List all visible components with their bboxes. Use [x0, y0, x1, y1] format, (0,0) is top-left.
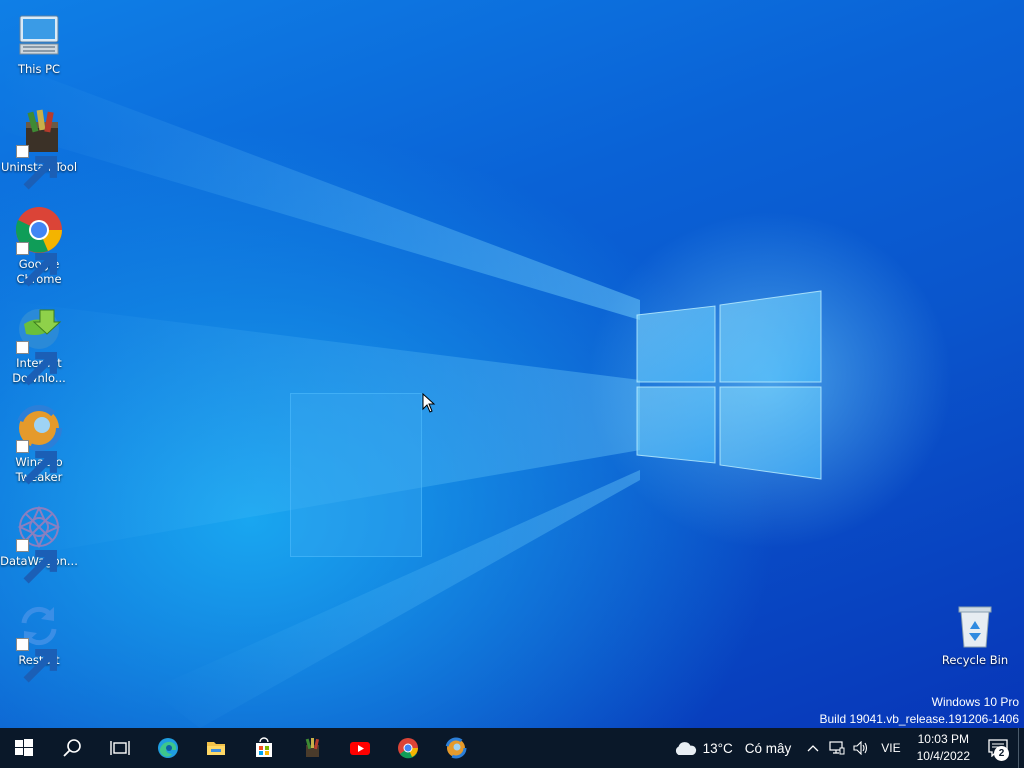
search-icon [63, 739, 81, 757]
search-button[interactable] [48, 728, 96, 768]
start-button[interactable] [0, 728, 48, 768]
show-desktop-button[interactable] [1018, 728, 1024, 768]
microsoft-store-icon [256, 737, 272, 757]
recycle-bin-icon [950, 601, 1000, 651]
weather-description: Có mây [744, 740, 792, 756]
clock-time: 10:03 PM [917, 732, 969, 746]
computer-icon [14, 10, 64, 60]
input-language-button[interactable]: VIE [873, 741, 908, 755]
windows-watermark: Windows 10 Pro Build 19041.vb_release.19… [820, 694, 1020, 728]
taskbar-winaero-tweaker[interactable] [432, 728, 480, 768]
show-hidden-icons-button[interactable] [801, 728, 825, 768]
desktop-icon-google-chrome[interactable]: Google Chrome [0, 205, 78, 287]
task-view-button[interactable] [96, 728, 144, 768]
internet-download-manager-icon [14, 304, 64, 386]
uninstall-tool-icon [305, 738, 319, 757]
chrome-icon [14, 205, 64, 287]
shortcut-arrow-icon [16, 341, 58, 386]
desktop-icon-internet-download-manager[interactable]: Internet Downlo... [0, 304, 78, 386]
youtube-icon [350, 742, 370, 755]
shortcut-arrow-icon [16, 440, 58, 485]
volume-button[interactable] [849, 728, 873, 768]
windows-logo-wallpaper [636, 290, 822, 480]
chevron-up-icon [807, 745, 819, 752]
wallpaper-light-beams [0, 60, 640, 728]
desktop[interactable]: This PC Uninstall Tool Google Chrome Int… [0, 0, 1024, 728]
clock-date: 10/4/2022 [916, 749, 970, 763]
selection-rectangle [290, 393, 422, 557]
start-icon [15, 739, 33, 756]
file-explorer-icon [207, 742, 225, 755]
mouse-cursor-icon [422, 393, 436, 413]
shortcut-arrow-icon [16, 539, 58, 584]
winaero-tweaker-icon [445, 737, 467, 759]
network-button[interactable] [825, 728, 849, 768]
desktop-icon-winaero-tweaker[interactable]: Winaero Tweaker [0, 403, 78, 485]
restart-icon [14, 601, 64, 683]
action-center-button[interactable]: 2 [978, 728, 1018, 768]
uninstall-tool-icon [14, 108, 64, 190]
shortcut-arrow-icon [16, 638, 58, 683]
network-icon [829, 741, 845, 755]
desktop-icon-datawagon[interactable]: DataWagon... [0, 502, 78, 584]
taskbar: 13°C Có mây VIE 10:03 PM 10/4/2022 2 [0, 728, 1024, 768]
weather-widget[interactable]: 13°C Có mây [663, 740, 802, 757]
desktop-icon-recycle-bin[interactable]: Recycle Bin [936, 601, 1014, 668]
taskbar-uninstall-tool[interactable] [288, 728, 336, 768]
datawagon-icon [14, 502, 64, 584]
shortcut-arrow-icon [16, 242, 58, 287]
speaker-icon [853, 741, 868, 755]
desktop-icon-this-pc[interactable]: This PC [0, 10, 78, 77]
weather-temperature: 13°C [702, 740, 733, 756]
taskbar-chrome[interactable] [384, 728, 432, 768]
cloud-icon [675, 741, 696, 755]
taskbar-file-explorer[interactable] [192, 728, 240, 768]
taskbar-youtube[interactable] [336, 728, 384, 768]
chrome-icon [398, 738, 418, 759]
taskbar-edge[interactable] [144, 728, 192, 768]
watermark-build: Build 19041.vb_release.191206-1406 [819, 712, 1020, 726]
clock[interactable]: 10:03 PM 10/4/2022 [909, 731, 978, 765]
winaero-tweaker-icon [14, 403, 64, 485]
notification-count-badge: 2 [994, 746, 1009, 761]
edge-icon [158, 738, 178, 758]
watermark-edition: Windows 10 Pro [931, 695, 1019, 709]
task-view-icon [110, 741, 130, 755]
desktop-icon-label: This PC [17, 62, 61, 76]
system-tray: 13°C Có mây VIE 10:03 PM 10/4/2022 2 [663, 728, 1024, 768]
desktop-icon-label: Recycle Bin [941, 653, 1009, 667]
desktop-icon-uninstall-tool[interactable]: Uninstall Tool [0, 108, 78, 190]
desktop-icon-restart[interactable]: Restart [0, 601, 78, 683]
taskbar-microsoft-store[interactable] [240, 728, 288, 768]
shortcut-arrow-icon [16, 145, 58, 190]
